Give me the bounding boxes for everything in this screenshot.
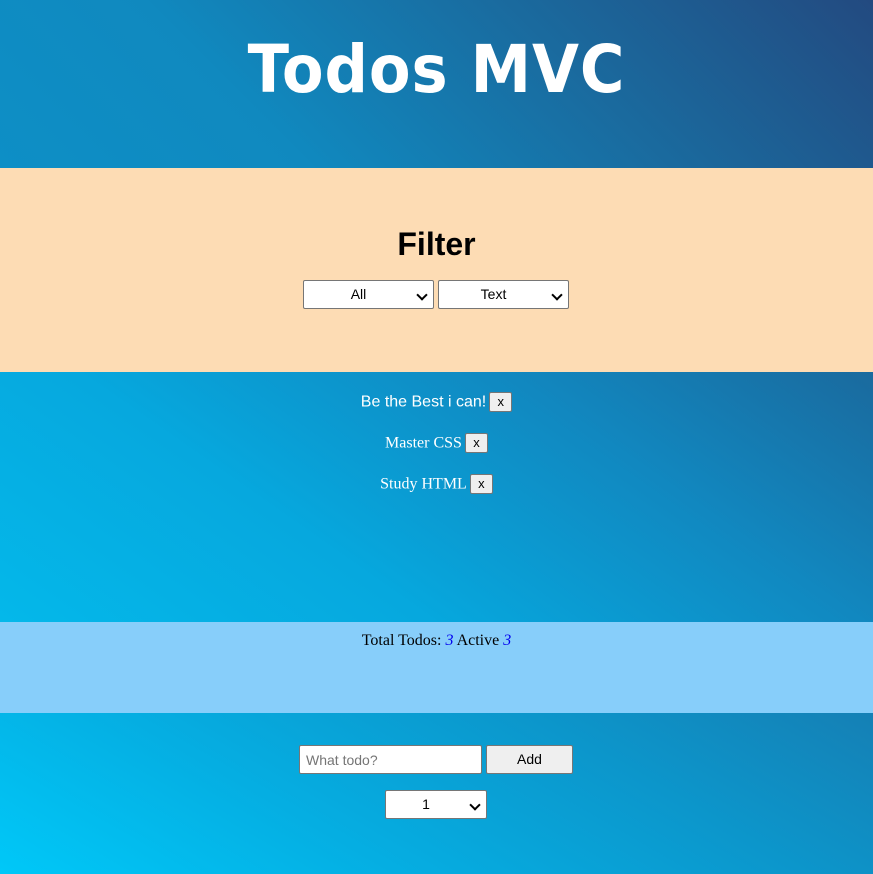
app-title: Todos MVC <box>247 31 626 108</box>
todo-text[interactable]: Master CSS <box>385 434 462 451</box>
todo-item: Be the Best i can! x <box>0 391 873 413</box>
todo-item: Master CSS x <box>0 432 873 454</box>
remove-todo-button[interactable]: x <box>464 433 488 454</box>
status-filter-value: All <box>350 286 367 302</box>
remove-todo-button[interactable]: x <box>469 474 493 495</box>
todo-item: Study HTML x <box>0 473 873 495</box>
total-todos-label: Total Todos: <box>361 632 442 649</box>
priority-value: 1 <box>422 796 430 812</box>
filter-section <box>0 168 873 372</box>
remove-todo-button[interactable]: x <box>489 392 513 413</box>
sort-filter-select[interactable]: Text <box>438 280 569 309</box>
chevron-down-icon <box>469 799 481 811</box>
chevron-down-icon <box>551 289 563 301</box>
priority-select[interactable]: 1 <box>385 790 487 819</box>
todo-text[interactable]: Study HTML <box>380 475 467 492</box>
chevron-down-icon <box>416 289 428 301</box>
sort-filter-value: Text <box>480 286 507 302</box>
active-todos-count: 3 <box>503 632 512 649</box>
filter-heading: Filter <box>397 226 476 262</box>
todo-text[interactable]: Be the Best i can! <box>361 393 486 410</box>
todo-stats: Total Todos: 3 Active 3 <box>0 630 873 652</box>
active-todos-label: Active <box>456 632 500 649</box>
add-todo-button[interactable]: Add <box>486 745 573 774</box>
status-filter-select[interactable]: All <box>303 280 434 309</box>
new-todo-input[interactable] <box>299 745 482 774</box>
total-todos-count: 3 <box>445 632 454 649</box>
